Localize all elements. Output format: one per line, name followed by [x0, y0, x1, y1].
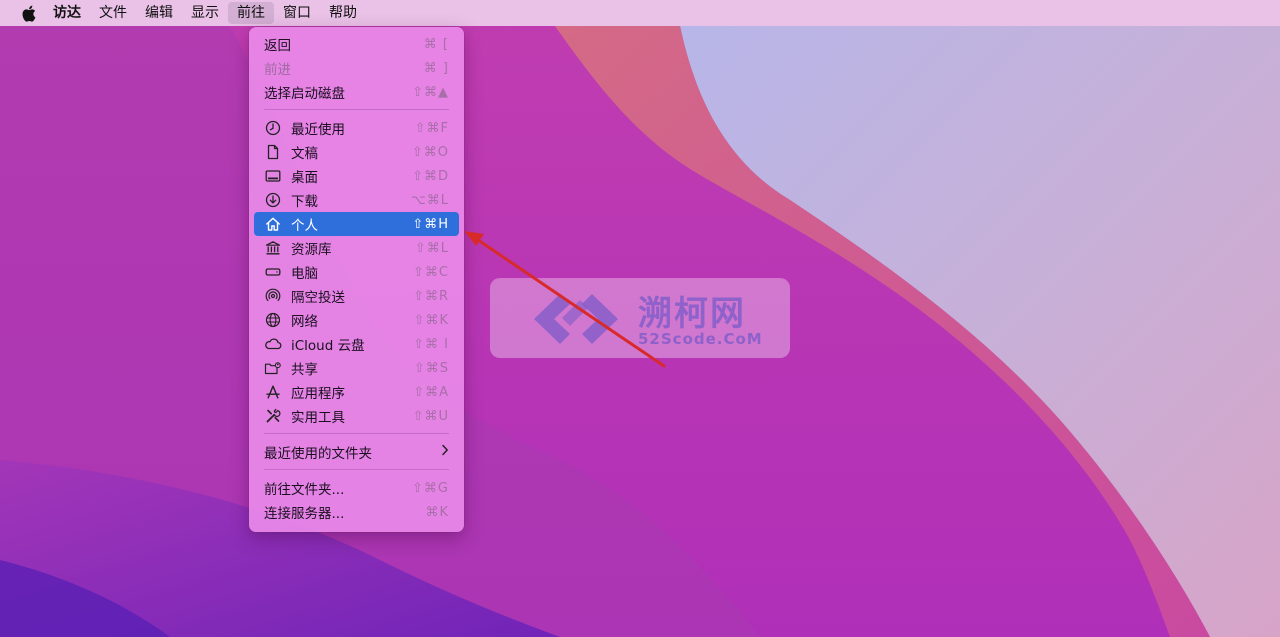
menu-item-shortcut: ⇧⌘K — [413, 312, 449, 328]
menu-item-shortcut: ⇧⌘C — [413, 264, 449, 280]
menu-item-shortcut: ⇧⌘F — [414, 120, 449, 136]
menu-item-shortcut: ⌥⌘L — [410, 192, 449, 208]
menu-item-documents[interactable]: 文稿 ⇧⌘O — [254, 140, 459, 164]
menu-item-label: 隔空投送 — [291, 290, 345, 306]
menu-item-label: 最近使用的文件夹 — [264, 446, 372, 462]
menubar-window[interactable]: 窗口 — [274, 0, 320, 26]
menubar-view[interactable]: 显示 — [182, 0, 228, 26]
globe-icon — [264, 311, 282, 329]
airdrop-icon — [264, 287, 282, 305]
menu-item-network[interactable]: 网络 ⇧⌘K — [254, 308, 459, 332]
menu-item-applications[interactable]: 应用程序 ⇧⌘A — [254, 380, 459, 404]
menu-item-label: 下载 — [291, 194, 318, 210]
document-icon — [264, 143, 282, 161]
menu-item-recents[interactable]: 最近使用 ⇧⌘F — [254, 116, 459, 140]
menu-item-label: 返回 — [264, 38, 291, 54]
menu-item-label: 选择启动磁盘 — [264, 86, 345, 102]
menu-item-label: 实用工具 — [291, 410, 345, 426]
menu-item-shortcut: ⇧⌘R — [413, 288, 449, 304]
menu-item-label: 文稿 — [291, 146, 318, 162]
menu-item-downloads[interactable]: 下载 ⌥⌘L — [254, 188, 459, 212]
menubar-go[interactable]: 前往 — [228, 2, 274, 24]
menu-item-label: 个人 — [291, 218, 318, 234]
menu-item-label: iCloud 云盘 — [291, 338, 365, 354]
watermark: 溯柯网 52Scode.CoM — [490, 278, 790, 358]
menu-item-back[interactable]: 返回 ⌘ [ — [254, 32, 459, 56]
menu-item-label: 网络 — [291, 314, 318, 330]
menu-item-shortcut: ⇧⌘L — [414, 240, 449, 256]
menu-item-label: 桌面 — [291, 170, 318, 186]
apple-logo-icon[interactable] — [14, 0, 44, 26]
menubar-edit[interactable]: 编辑 — [136, 0, 182, 26]
menu-item-shortcut: ⇧⌘ I — [413, 336, 449, 352]
menu-item-shared[interactable]: 共享 ⇧⌘S — [254, 356, 459, 380]
utilities-icon — [264, 407, 282, 425]
go-menu-dropdown: 返回 ⌘ [ 前进 ⌘ ] 选择启动磁盘 ⇧⌘▲ 最近使用 ⇧⌘F 文稿 ⇧⌘O… — [249, 27, 464, 532]
shared-folder-icon — [264, 359, 282, 377]
menu-item-label: 共享 — [291, 362, 318, 378]
menu-item-forward: 前进 ⌘ ] — [254, 56, 459, 80]
menubar-help[interactable]: 帮助 — [320, 0, 366, 26]
menu-item-connect-server[interactable]: 连接服务器... ⌘K — [254, 500, 459, 524]
cloud-icon — [264, 335, 282, 353]
menu-separator — [264, 469, 449, 470]
download-icon — [264, 191, 282, 209]
menubar-finder[interactable]: 访达 — [44, 0, 90, 26]
menu-item-shortcut: ⌘K — [425, 504, 449, 520]
menu-item-shortcut: ⇧⌘A — [413, 384, 449, 400]
watermark-subtitle: 52Scode.CoM — [638, 330, 763, 348]
menu-item-label: 连接服务器... — [264, 506, 345, 522]
menu-item-airdrop[interactable]: 隔空投送 ⇧⌘R — [254, 284, 459, 308]
menu-item-label: 最近使用 — [291, 122, 345, 138]
menu-item-label: 前往文件夹... — [264, 482, 345, 498]
menu-item-shortcut: ⇧⌘▲ — [412, 84, 449, 100]
menu-item-shortcut: ⇧⌘G — [412, 480, 449, 496]
menu-item-shortcut: ⇧⌘O — [411, 144, 449, 160]
menu-item-shortcut: ⇧⌘S — [413, 360, 449, 376]
watermark-logo-icon — [534, 294, 618, 344]
menu-item-home[interactable]: 个人 ⇧⌘H — [254, 212, 459, 236]
computer-icon — [264, 263, 282, 281]
menu-item-recent-folders[interactable]: 最近使用的文件夹 — [254, 440, 459, 464]
menu-item-shortcut: ⇧⌘U — [412, 408, 449, 424]
menu-item-startup-disk[interactable]: 选择启动磁盘 ⇧⌘▲ — [254, 80, 459, 104]
watermark-title: 溯柯网 — [638, 294, 746, 334]
menu-item-go-to-folder[interactable]: 前往文件夹... ⇧⌘G — [254, 476, 459, 500]
menu-item-shortcut: ⇧⌘D — [412, 168, 449, 184]
menu-item-label: 前进 — [264, 62, 291, 78]
menu-item-label: 电脑 — [291, 266, 318, 282]
menubar-file[interactable]: 文件 — [90, 0, 136, 26]
menu-item-icloud-drive[interactable]: iCloud 云盘 ⇧⌘ I — [254, 332, 459, 356]
menu-item-library[interactable]: 资源库 ⇧⌘L — [254, 236, 459, 260]
menu-item-shortcut: ⌘ ] — [423, 60, 449, 76]
menu-item-desktop[interactable]: 桌面 ⇧⌘D — [254, 164, 459, 188]
chevron-right-icon — [441, 444, 449, 460]
menu-separator — [264, 109, 449, 110]
menu-item-label: 资源库 — [291, 242, 332, 258]
menu-item-shortcut: ⇧⌘H — [412, 216, 449, 232]
applications-icon — [264, 383, 282, 401]
clock-icon — [264, 119, 282, 137]
home-icon — [264, 215, 282, 233]
desktop-icon — [264, 167, 282, 185]
menu-bar: 访达 文件 编辑 显示 前往 窗口 帮助 — [0, 0, 1280, 26]
menu-item-label: 应用程序 — [291, 386, 345, 402]
menu-item-utilities[interactable]: 实用工具 ⇧⌘U — [254, 404, 459, 428]
library-icon — [264, 239, 282, 257]
menu-separator — [264, 433, 449, 434]
menu-item-shortcut: ⌘ [ — [423, 36, 449, 52]
menu-item-computer[interactable]: 电脑 ⇧⌘C — [254, 260, 459, 284]
